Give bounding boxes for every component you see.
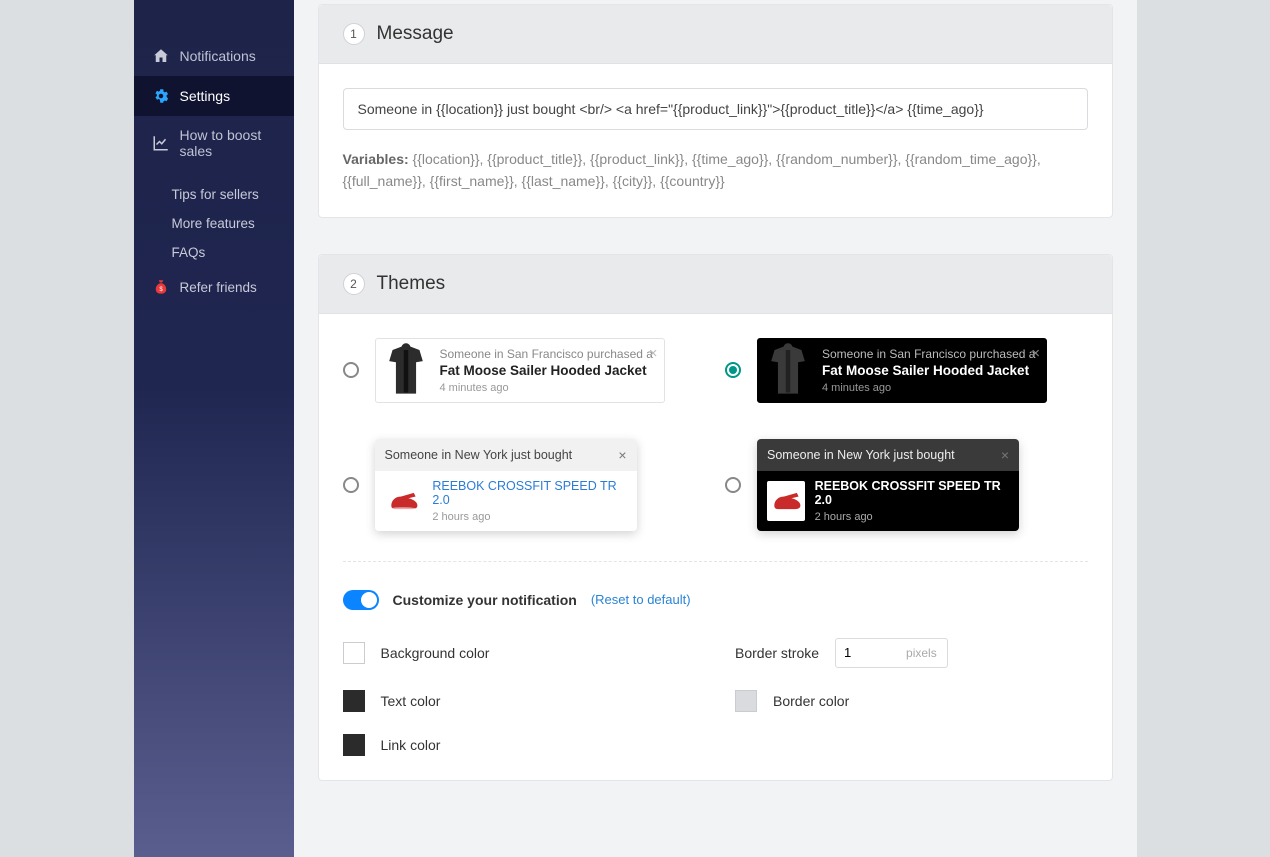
theme-option-light-a[interactable]: × Someone in San Francisco purchased a F…	[343, 338, 706, 403]
notif-product-title: REEBOK CROSSFIT SPEED TR 2.0	[815, 479, 1009, 507]
panel-title: Themes	[377, 273, 446, 295]
notification-preview: Someone in New York just bought × REEBOK…	[757, 439, 1019, 531]
variables-help: Variables: {{location}}, {{product_title…	[343, 148, 1088, 193]
sidebar-item-label: Notifications	[180, 48, 256, 64]
panel-themes: 2 Themes × Someone in San Francisco purc…	[318, 254, 1113, 781]
field-text-color: Text color	[343, 690, 696, 712]
sidebar-item-label: How to boost sales	[180, 127, 276, 159]
radio-icon[interactable]	[343, 362, 359, 378]
step-badge: 2	[343, 273, 365, 295]
field-label: Border stroke	[735, 645, 819, 661]
notif-top-text: Someone in San Francisco purchased a	[440, 347, 656, 361]
sidebar-item-label: Settings	[180, 88, 231, 104]
field-border-stroke: Border stroke pixels	[735, 638, 1088, 668]
notification-preview: × Someone in San Francisco purchased a F…	[757, 338, 1047, 403]
panel-title: Message	[377, 23, 454, 45]
sidebar-item-label: Tips for sellers	[172, 187, 259, 202]
notif-product-title: REEBOK CROSSFIT SPEED TR 2.0	[432, 479, 626, 507]
notification-preview: Someone in New York just bought × REEBOK…	[375, 439, 637, 531]
field-label: Link color	[381, 737, 441, 753]
sidebar-item-label: FAQs	[172, 245, 206, 260]
field-border-color: Border color	[735, 690, 1088, 712]
product-thumb	[758, 339, 818, 399]
notif-time: 4 minutes ago	[440, 382, 656, 394]
color-swatch[interactable]	[735, 690, 757, 712]
border-stroke-input-wrap: pixels	[835, 638, 948, 668]
sidebar-item-boost-sales[interactable]: How to boost sales	[134, 116, 294, 170]
customize-row: Customize your notification (Reset to de…	[343, 590, 1088, 610]
sidebar-item-label: More features	[172, 216, 255, 231]
sidebar-item-refer[interactable]: $ Refer friends	[134, 271, 294, 303]
product-thumb	[385, 481, 423, 521]
field-link-color: Link color	[343, 734, 696, 756]
radio-icon[interactable]	[343, 477, 359, 493]
close-icon[interactable]: ×	[618, 447, 626, 463]
notif-top-text: Someone in San Francisco purchased a	[822, 347, 1038, 361]
variables-list: {{location}}, {{product_title}}, {{produ…	[343, 151, 1041, 189]
customize-form: Background color Border stroke pixels Te…	[343, 638, 1088, 756]
panel-message: 1 Message Variables: {{location}}, {{pro…	[318, 4, 1113, 218]
theme-option-light-b[interactable]: Someone in New York just bought × REEBOK…	[343, 439, 706, 531]
unit-label: pixels	[896, 646, 947, 660]
color-swatch[interactable]	[343, 642, 365, 664]
chart-icon	[152, 134, 170, 152]
notif-product-title: Fat Moose Sailer Hooded Jacket	[440, 363, 656, 378]
field-label: Background color	[381, 645, 490, 661]
panel-header: 1 Message	[319, 5, 1112, 64]
customize-toggle[interactable]	[343, 590, 379, 610]
notif-time: 2 hours ago	[815, 511, 1009, 523]
close-icon[interactable]: ×	[649, 345, 658, 362]
home-icon	[152, 47, 170, 65]
field-background-color: Background color	[343, 638, 696, 668]
sidebar-item-notifications[interactable]: Notifications	[134, 36, 294, 76]
notif-product-title: Fat Moose Sailer Hooded Jacket	[822, 363, 1038, 378]
radio-icon[interactable]	[725, 477, 741, 493]
sidebar: Notifications Settings How to boost sale…	[134, 0, 294, 857]
step-badge: 1	[343, 23, 365, 45]
field-label: Border color	[773, 693, 849, 709]
notif-bar-text: Someone in New York just bought	[385, 448, 573, 462]
variables-label: Variables:	[343, 151, 409, 167]
money-bag-icon: $	[152, 278, 170, 296]
customize-label: Customize your notification	[393, 592, 577, 608]
close-icon[interactable]: ×	[1001, 447, 1009, 463]
theme-option-dark-a[interactable]: × Someone in San Francisco purchased a F…	[725, 338, 1088, 403]
theme-option-dark-b[interactable]: Someone in New York just bought × REEBOK…	[725, 439, 1088, 531]
reset-link[interactable]: (Reset to default)	[591, 592, 691, 607]
product-thumb	[376, 339, 436, 399]
panel-header: 2 Themes	[319, 255, 1112, 314]
field-label: Text color	[381, 693, 441, 709]
sidebar-item-settings[interactable]: Settings	[134, 76, 294, 116]
notif-time: 4 minutes ago	[822, 382, 1038, 394]
sidebar-item-faqs[interactable]: FAQs	[134, 238, 294, 267]
color-swatch[interactable]	[343, 734, 365, 756]
radio-icon[interactable]	[725, 362, 741, 378]
notification-preview: × Someone in San Francisco purchased a F…	[375, 338, 665, 403]
gear-icon	[152, 87, 170, 105]
divider	[343, 561, 1088, 562]
sidebar-item-label: Refer friends	[180, 280, 257, 295]
color-swatch[interactable]	[343, 690, 365, 712]
product-thumb	[767, 481, 805, 521]
notif-bar-text: Someone in New York just bought	[767, 448, 955, 462]
border-stroke-input[interactable]	[836, 645, 896, 660]
sidebar-item-tips[interactable]: Tips for sellers	[134, 180, 294, 209]
notif-time: 2 hours ago	[432, 511, 626, 523]
close-icon[interactable]: ×	[1031, 345, 1040, 362]
sidebar-item-more-features[interactable]: More features	[134, 209, 294, 238]
message-template-input[interactable]	[343, 88, 1088, 130]
themes-grid: × Someone in San Francisco purchased a F…	[343, 338, 1088, 531]
main-content: 1 Message Variables: {{location}}, {{pro…	[294, 0, 1137, 857]
